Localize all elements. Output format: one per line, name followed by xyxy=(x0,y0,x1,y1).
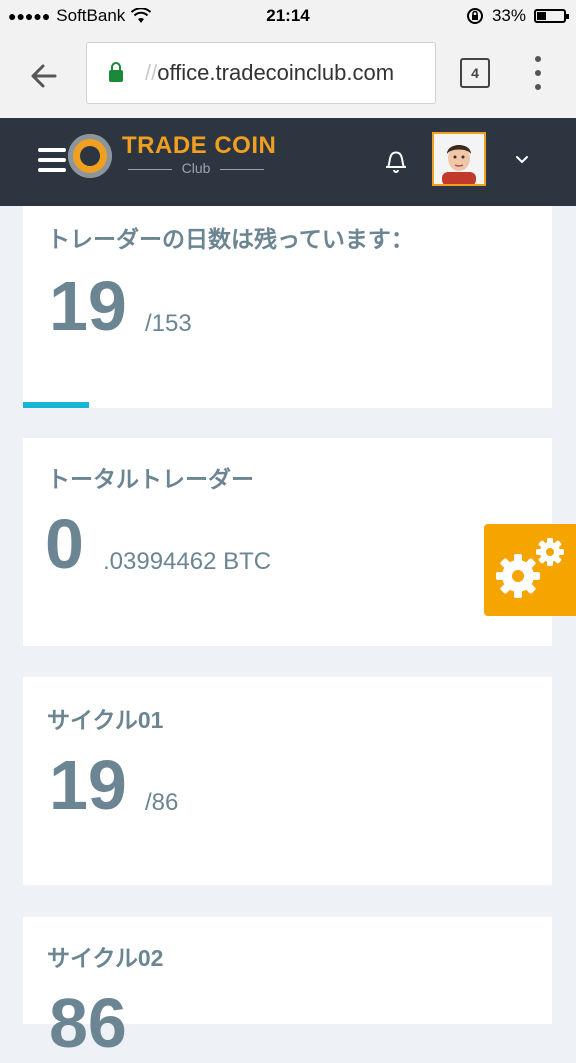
gears-icon xyxy=(496,538,564,598)
battery-fill xyxy=(537,12,546,20)
logo-title: TRADE COIN xyxy=(122,132,277,159)
card-title: トレーダーの日数は残っています： xyxy=(47,226,414,252)
hamburger-line xyxy=(38,158,66,162)
avatar-image xyxy=(434,134,484,184)
browser-menu-button[interactable] xyxy=(532,56,544,90)
menu-dot xyxy=(535,56,541,62)
browser-toolbar: //office.tradecoinclub.com 4 xyxy=(0,34,576,119)
cycle01-card: サイクル01 19 /86 xyxy=(23,677,552,885)
logo-subtitle: Club xyxy=(122,160,270,176)
menu-dot xyxy=(535,70,541,76)
card-value: 86 xyxy=(49,984,127,1062)
url-text: //office.tradecoinclub.com xyxy=(145,60,394,86)
user-avatar[interactable] xyxy=(432,132,486,186)
battery-percent: 33% xyxy=(491,6,526,25)
menu-dot xyxy=(535,84,541,90)
total-trader-card: トータルトレーダー 0 .03994462 BTC xyxy=(23,438,552,646)
url-scheme-fade: // xyxy=(145,60,158,85)
address-bar[interactable]: //office.tradecoinclub.com xyxy=(86,42,436,104)
tab-switcher-button[interactable]: 4 xyxy=(460,58,490,88)
chevron-down-icon[interactable] xyxy=(512,152,532,168)
card-title: トータルトレーダー xyxy=(47,466,254,492)
card-suffix: /153 xyxy=(145,310,192,337)
hamburger-line xyxy=(38,148,66,152)
status-bar: ●●●●● SoftBank 21:14 33% xyxy=(0,0,576,34)
card-suffix: /86 xyxy=(145,789,179,816)
lock-icon xyxy=(109,62,123,82)
card-title: サイクル02 xyxy=(47,945,164,971)
cycle02-card: サイクル02 86 xyxy=(23,917,552,1062)
progress-bar xyxy=(23,402,90,408)
app-header: TRADE COIN Club xyxy=(0,118,576,206)
rotation-lock-icon xyxy=(466,8,483,24)
url-host: office.tradecoinclub.com xyxy=(157,60,395,85)
logo-coin-icon xyxy=(68,134,112,178)
card-value: 19 xyxy=(49,267,127,345)
back-button[interactable] xyxy=(22,54,66,98)
hamburger-menu-button[interactable] xyxy=(38,148,66,172)
hamburger-line xyxy=(38,168,66,172)
days-remaining-card: トレーダーの日数は残っています： 19 /153 xyxy=(23,206,552,408)
card-suffix: .03994462 BTC xyxy=(103,548,272,575)
settings-widget-button[interactable] xyxy=(484,524,576,616)
back-arrow-icon xyxy=(31,64,57,88)
card-title: サイクル01 xyxy=(47,707,164,733)
card-value: 19 xyxy=(49,746,127,824)
bell-icon[interactable] xyxy=(384,148,408,174)
card-value: 0 xyxy=(45,505,84,583)
battery-icon xyxy=(534,9,569,23)
